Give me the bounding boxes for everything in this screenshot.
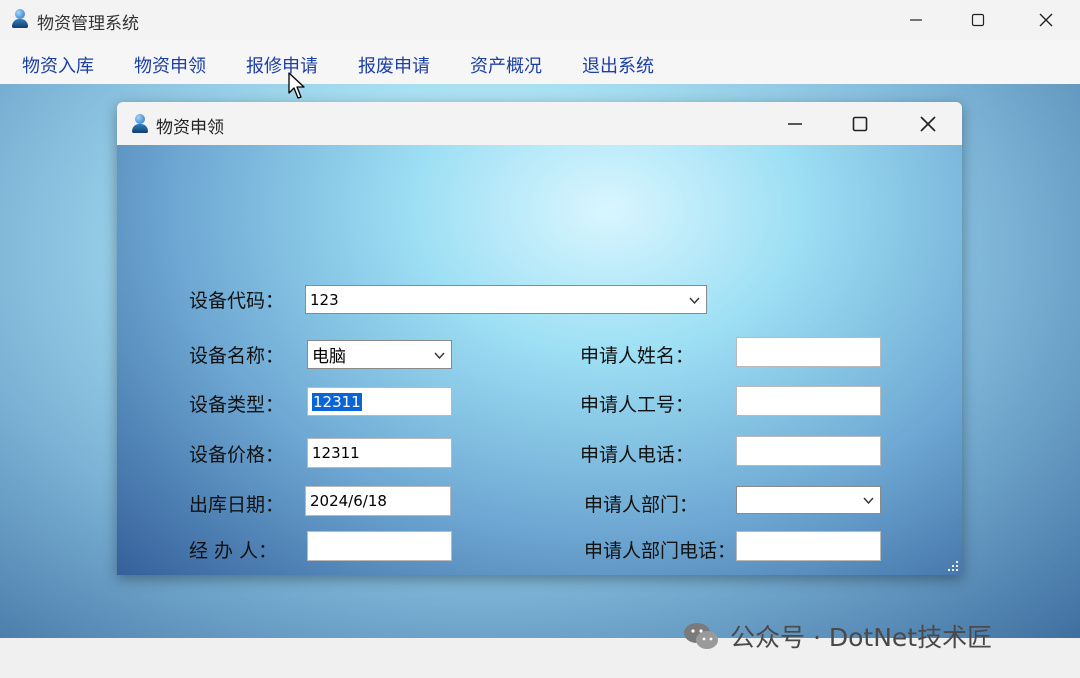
- applicant-id-label: 申请人工号：: [580, 394, 695, 416]
- minimize-icon: [788, 122, 802, 125]
- menu-item-scrap-request[interactable]: 报废申请: [358, 52, 430, 78]
- applicant-dept-label: 申请人部门：: [584, 494, 699, 516]
- menu-bar: 物资入库 物资申领 报修申请 报废申请 资产概况 退出系统: [0, 40, 1080, 85]
- main-window-title: 物资管理系统: [37, 14, 139, 34]
- maximize-icon: [971, 13, 985, 27]
- applicant-phone-input[interactable]: [736, 436, 881, 466]
- applicant-id-input[interactable]: [736, 386, 881, 416]
- minimize-button[interactable]: [893, 0, 939, 40]
- device-price-value: 12311: [312, 444, 360, 462]
- menu-item-requisition[interactable]: 物资申领: [134, 52, 206, 78]
- applicant-phone-label: 申请人电话：: [580, 444, 695, 466]
- close-icon: [920, 115, 936, 132]
- minimize-icon: [910, 19, 922, 21]
- chevron-down-icon: [863, 497, 874, 504]
- watermark: 公众号 · DotNet技术匠: [682, 618, 992, 654]
- handler-input[interactable]: [307, 531, 452, 561]
- menu-item-exit-system[interactable]: 退出系统: [582, 52, 654, 78]
- close-button[interactable]: [1023, 0, 1069, 40]
- main-window-titlebar: 物资管理系统: [0, 0, 1080, 40]
- device-name-value: 电脑: [312, 347, 346, 367]
- device-name-label: 设备名称：: [189, 345, 285, 367]
- dialog-close-button[interactable]: [905, 102, 951, 145]
- close-icon: [1039, 13, 1053, 27]
- dialog-titlebar: 物资申领: [117, 102, 962, 145]
- device-price-label: 设备价格：: [189, 444, 285, 466]
- watermark-text: 公众号 · DotNet技术匠: [730, 623, 993, 652]
- device-type-label: 设备类型：: [189, 394, 285, 416]
- menu-item-inbound[interactable]: 物资入库: [22, 52, 94, 78]
- outbound-date-value: 2024/6/18: [310, 492, 387, 510]
- dialog-title: 物资申领: [156, 118, 224, 138]
- device-code-combo[interactable]: 123: [305, 285, 707, 314]
- device-price-input[interactable]: 12311: [307, 438, 452, 468]
- applicant-dept-phone-input[interactable]: [736, 531, 881, 561]
- device-name-combo[interactable]: 电脑: [307, 340, 452, 369]
- device-type-value: 12311: [312, 392, 362, 411]
- applicant-name-input[interactable]: [736, 337, 881, 367]
- app-user-icon: [11, 9, 29, 29]
- resize-grip-icon[interactable]: [947, 560, 959, 572]
- applicant-dept-phone-label: 申请人部门电话：: [584, 540, 737, 562]
- requisition-dialog: 物资申领 设备代码： 123 设备名称： 电脑 设备类型： 12311 设备价格…: [117, 102, 962, 575]
- dialog-form: 设备代码： 123 设备名称： 电脑 设备类型： 12311 设备价格： 123…: [117, 145, 962, 575]
- menu-item-asset-overview[interactable]: 资产概况: [470, 52, 542, 78]
- device-code-label: 设备代码：: [189, 290, 285, 312]
- device-type-input[interactable]: 12311: [307, 387, 452, 416]
- handler-label: 经 办 人：: [189, 540, 278, 562]
- applicant-name-label: 申请人姓名：: [580, 345, 695, 367]
- outbound-date-label: 出库日期：: [189, 494, 285, 516]
- maximize-button[interactable]: [955, 0, 1001, 40]
- chevron-down-icon: [689, 297, 700, 304]
- chevron-down-icon: [434, 352, 445, 359]
- wechat-icon: [684, 623, 718, 649]
- device-code-value: 123: [310, 290, 339, 309]
- maximize-icon: [852, 116, 868, 131]
- mouse-cursor-icon: [288, 72, 305, 99]
- dialog-maximize-button[interactable]: [837, 102, 883, 145]
- outbound-date-picker[interactable]: 2024/6/18: [305, 486, 451, 516]
- dialog-user-icon: [131, 114, 149, 134]
- applicant-dept-combo[interactable]: [736, 486, 881, 514]
- dialog-minimize-button[interactable]: [772, 102, 818, 145]
